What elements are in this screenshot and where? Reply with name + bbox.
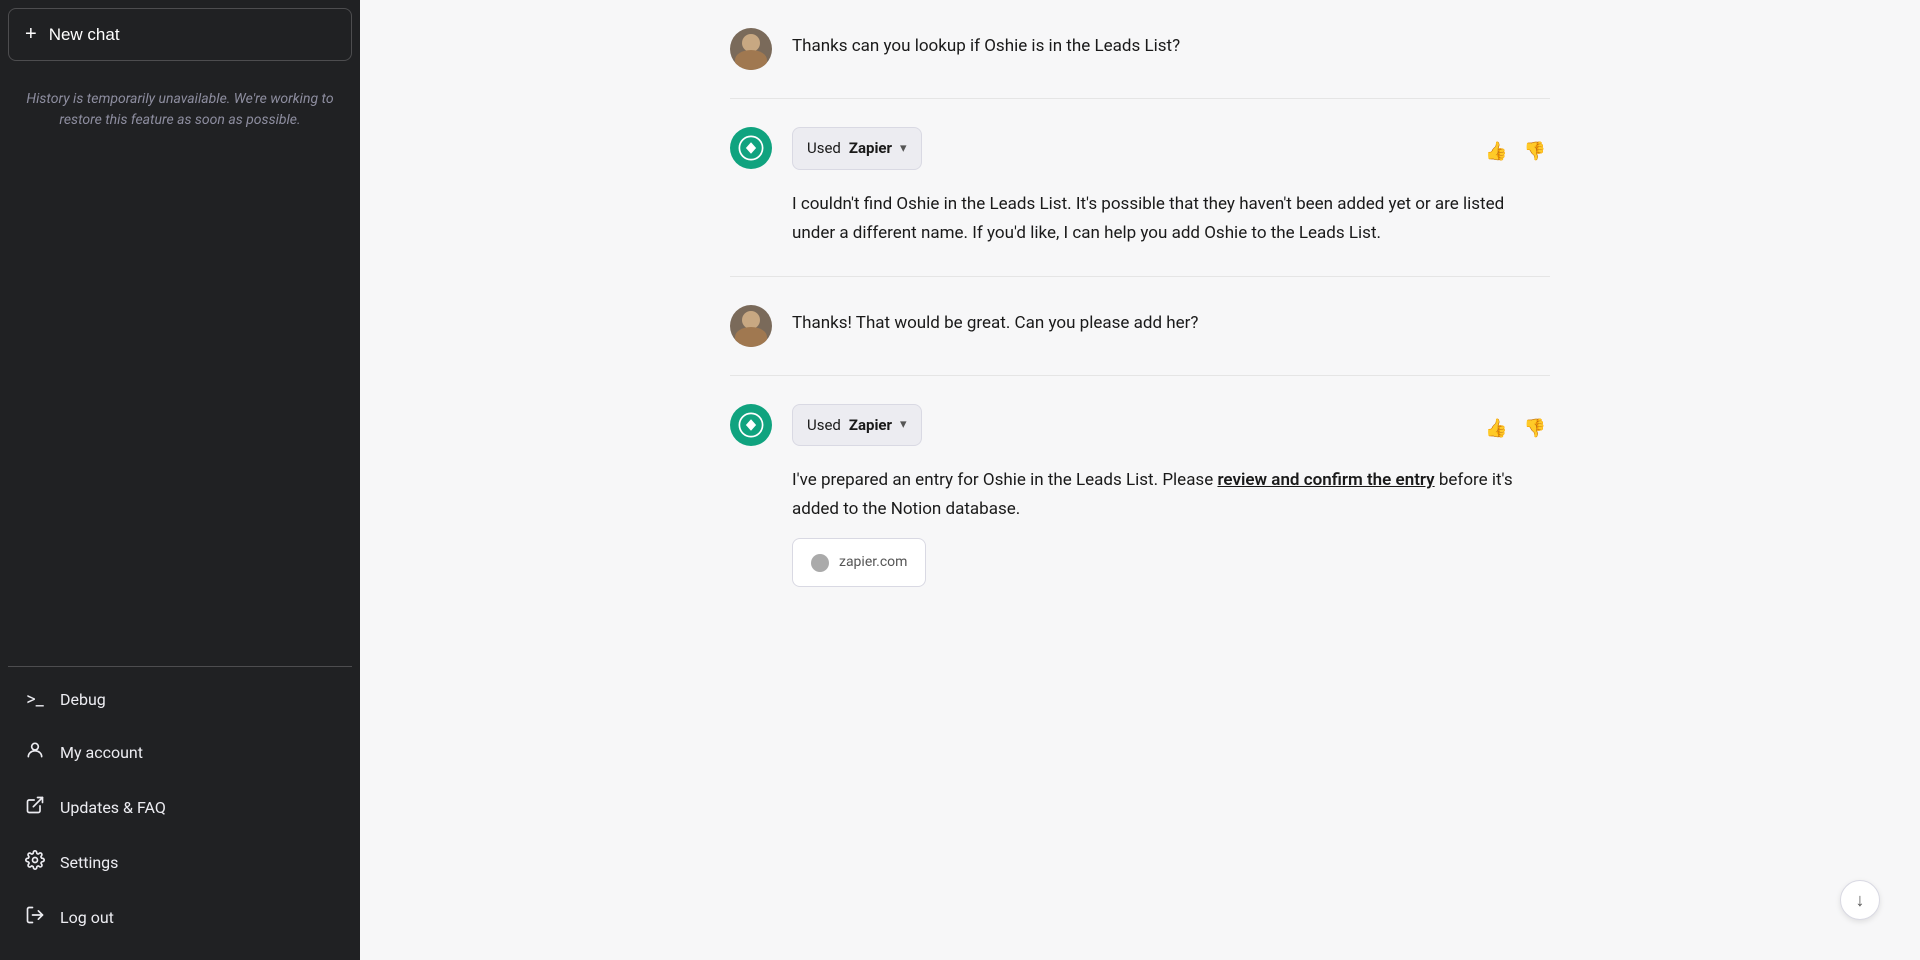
sidebar-item-settings[interactable]: Settings <box>8 836 352 889</box>
message-row: Used Zapier ▾ 👍 👎 I've prepared an entry… <box>730 376 1550 616</box>
gpt-message-row: Used Zapier ▾ 👍 👎 I've prepared an entry… <box>730 404 1550 588</box>
assistant-message-text: I couldn't find Oshie in the Leads List.… <box>792 190 1550 248</box>
thumbs-down-button[interactable]: 👎 <box>1520 137 1550 166</box>
message-row: Thanks can you lookup if Oshie is in the… <box>730 0 1550 99</box>
tool-badge-1[interactable]: Used Zapier ▾ <box>792 127 922 170</box>
terminal-icon: >_ <box>24 689 46 710</box>
sidebar-item-updates-faq-label: Updates & FAQ <box>60 798 166 817</box>
message-row: Thanks! That would be great. Can you ple… <box>730 277 1550 376</box>
new-chat-button[interactable]: + New chat <box>8 8 352 61</box>
message-row: Used Zapier ▾ 👍 👎 I couldn't find Oshie … <box>730 99 1550 277</box>
user-avatar <box>730 28 772 70</box>
sidebar-divider <box>8 666 352 667</box>
scroll-to-bottom-button[interactable]: ↓ <box>1840 880 1880 920</box>
user-avatar <box>730 305 772 347</box>
assistant-message-content: Used Zapier ▾ 👍 👎 I couldn't find Oshie … <box>792 127 1550 248</box>
sidebar-item-my-account-label: My account <box>60 743 143 762</box>
message-content: Thanks can you lookup if Oshie is in the… <box>792 28 1550 61</box>
new-chat-label: New chat <box>49 25 120 45</box>
person-icon <box>24 740 46 765</box>
gear-icon <box>24 850 46 875</box>
external-link-icon <box>24 795 46 820</box>
thumbs-up-button[interactable]: 👍 <box>1481 137 1511 166</box>
plus-icon: + <box>25 23 37 46</box>
gpt-avatar <box>730 404 772 446</box>
tool-label: Used <box>807 136 841 161</box>
message-actions-2: 👍 👎 <box>1481 414 1550 443</box>
gpt-avatar <box>730 127 772 169</box>
chevron-down-icon: ▾ <box>900 138 907 159</box>
chevron-down-icon-2: ▾ <box>900 414 907 435</box>
chat-main: Thanks can you lookup if Oshie is in the… <box>360 0 1920 960</box>
tool-label-2: Used <box>807 413 841 438</box>
zapier-domain: zapier.com <box>839 551 907 574</box>
zapier-card[interactable]: zapier.com <box>792 538 926 587</box>
logout-icon <box>24 905 46 930</box>
user-message-text: Thanks can you lookup if Oshie is in the… <box>792 32 1550 61</box>
assistant-message-text-2: I've prepared an entry for Oshie in the … <box>792 466 1550 524</box>
thumbs-down-button-2[interactable]: 👎 <box>1520 414 1550 443</box>
assistant-message-content-2: Used Zapier ▾ 👍 👎 I've prepared an entry… <box>792 404 1550 588</box>
chat-container: Thanks can you lookup if Oshie is in the… <box>710 0 1570 615</box>
tool-name-2: Zapier <box>849 413 892 438</box>
sidebar-item-settings-label: Settings <box>60 853 118 872</box>
message-content: Thanks! That would be great. Can you ple… <box>792 305 1550 338</box>
sidebar-item-log-out[interactable]: Log out <box>8 891 352 944</box>
sidebar-item-my-account[interactable]: My account <box>8 726 352 779</box>
user-message-text: Thanks! That would be great. Can you ple… <box>792 309 1550 338</box>
tool-badge-2[interactable]: Used Zapier ▾ <box>792 404 922 447</box>
sidebar-spacer <box>8 147 352 658</box>
sidebar-nav: >_ Debug My account Updates & FAQ <box>8 675 352 952</box>
gpt-message-row: Used Zapier ▾ 👍 👎 I couldn't find Oshie … <box>730 127 1550 248</box>
sidebar: + New chat History is temporarily unavai… <box>0 0 360 960</box>
sidebar-item-log-out-label: Log out <box>60 908 114 927</box>
sidebar-item-debug-label: Debug <box>60 690 106 709</box>
review-confirm-link[interactable]: review and confirm the entry <box>1217 470 1434 490</box>
message-actions: 👍 👎 <box>1481 137 1550 166</box>
sidebar-item-debug[interactable]: >_ Debug <box>8 675 352 724</box>
sidebar-item-updates-faq[interactable]: Updates & FAQ <box>8 781 352 834</box>
tool-name: Zapier <box>849 136 892 161</box>
history-notice: History is temporarily unavailable. We'r… <box>8 73 352 147</box>
zapier-dot-icon <box>811 554 829 572</box>
thumbs-up-button-2[interactable]: 👍 <box>1481 414 1511 443</box>
